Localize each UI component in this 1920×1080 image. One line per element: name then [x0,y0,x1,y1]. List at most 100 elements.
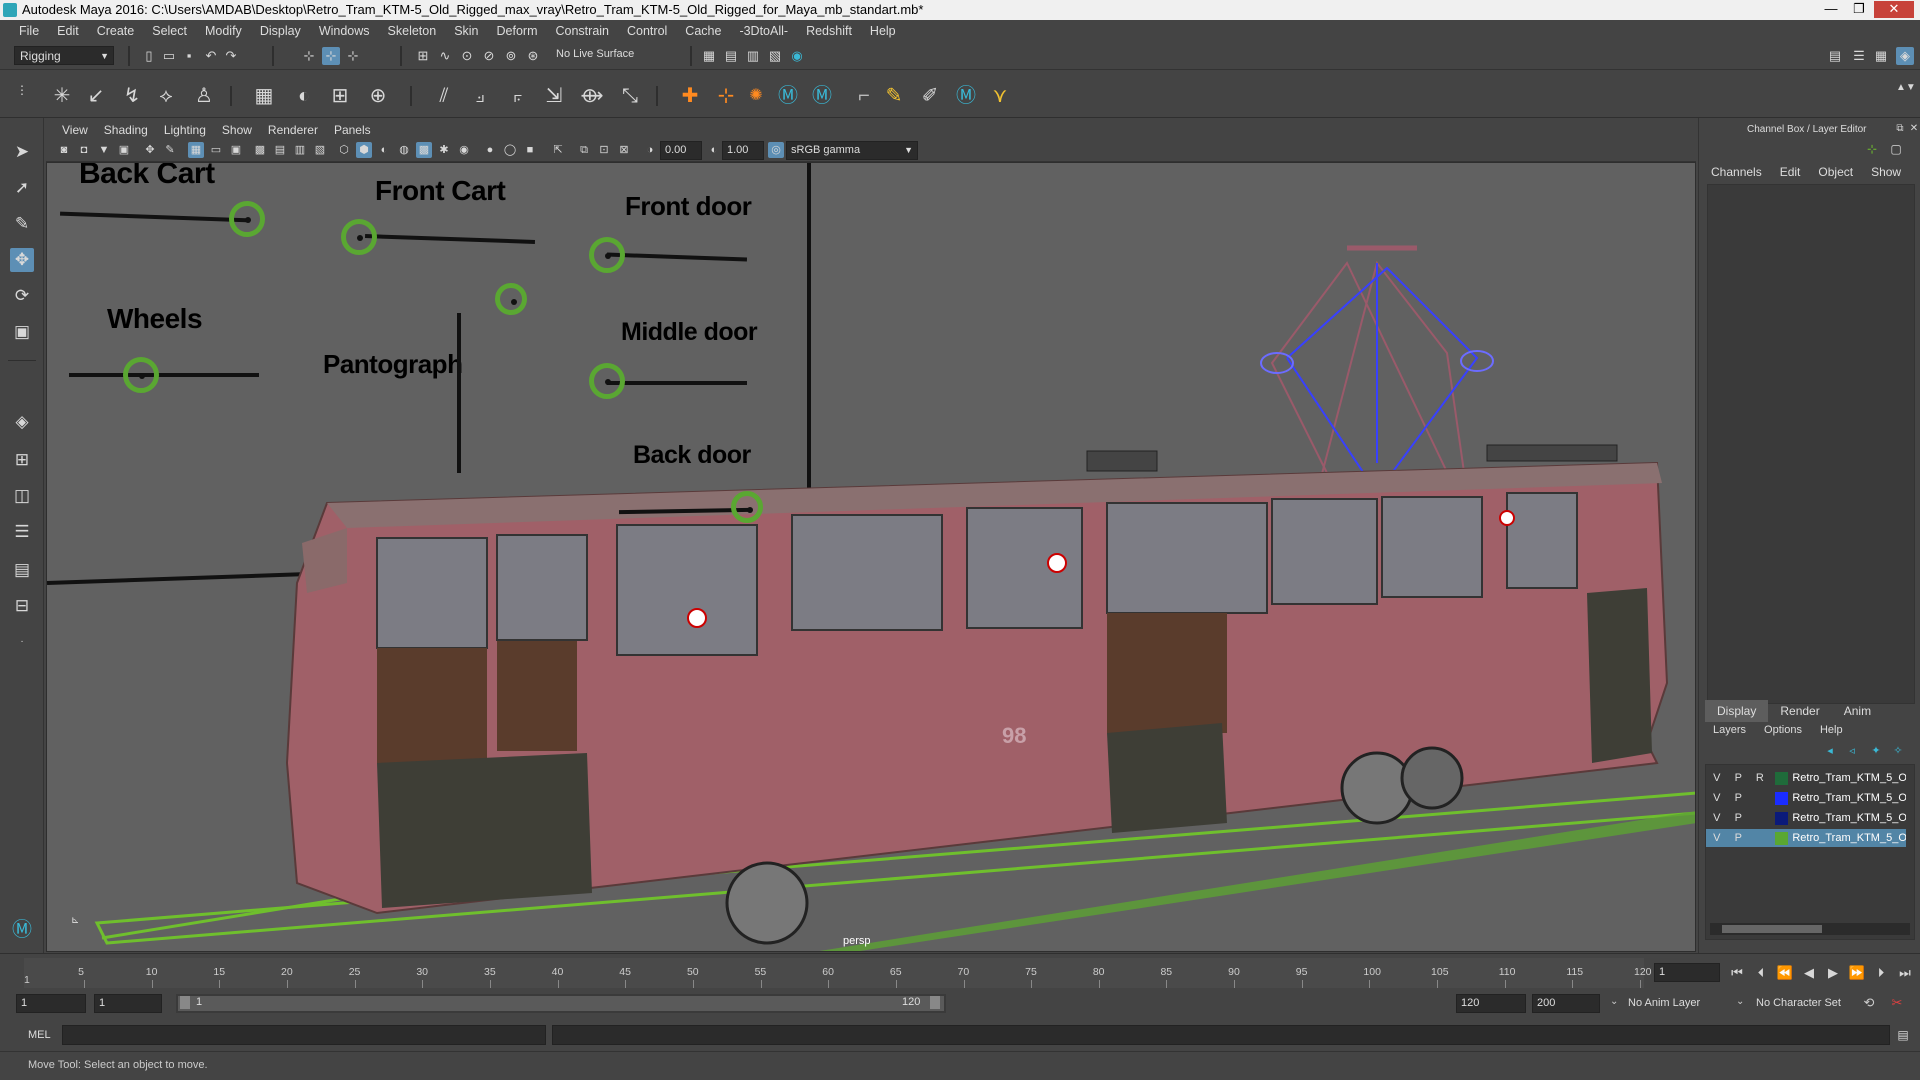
move-layer-down-icon[interactable]: ◃ [1843,742,1861,760]
snap-curve-icon[interactable]: ∿ [436,47,454,65]
graph-layout-icon[interactable]: ▤ [10,558,34,582]
move-layer-up-icon[interactable]: ◂ [1821,742,1839,760]
go-to-start-icon[interactable]: ⏮ [1728,964,1746,982]
menu-create[interactable]: Create [88,24,144,38]
snap-view-icon[interactable]: ⊘ [480,47,498,65]
range-start-grip[interactable] [180,996,190,1009]
anti-aliasing-icon[interactable]: ◯ [502,142,518,158]
gamma-icon[interactable]: ◐ [706,142,722,158]
snap-surface-icon[interactable]: ⊚ [502,47,520,65]
layer-scrollbar-thumb[interactable] [1722,925,1822,933]
grease-pencil-icon[interactable]: ✎ [162,142,178,158]
layer-visibility-toggle[interactable]: V [1706,832,1728,844]
aim-constraint-icon[interactable]: ⟴ [578,84,606,108]
animation-start-field[interactable]: 1 [16,994,86,1013]
playback-end-field[interactable]: 120 [1456,994,1526,1013]
image-plane-icon[interactable]: ▣ [116,142,132,158]
layer-scrollbar[interactable] [1710,923,1910,935]
render-frame-icon[interactable]: ▤ [722,47,740,65]
smooth-shade-icon[interactable]: ⬢ [356,142,372,158]
attribute-editor-toggle-icon[interactable]: ▤ [1826,47,1844,65]
range-slider-handle[interactable] [178,996,944,1011]
close-button[interactable]: ✕ [1874,1,1914,18]
time-slider[interactable]: 1 5 10 15 20 25 30 35 40 45 50 55 60 65 70 75 80 85 90 95 1… [0,953,1920,989]
panel-menu-lighting[interactable]: Lighting [156,123,214,137]
tool-settings-toggle-icon[interactable]: ☰ [1850,47,1868,65]
exposure-field[interactable]: 0.00 [660,141,702,160]
layer-color-swatch[interactable] [1774,791,1789,805]
panel-menu-view[interactable]: View [54,123,96,137]
panel-menu-show[interactable]: Show [214,123,260,137]
safe-action-icon[interactable]: ▥ [292,142,308,158]
screen-space-ao-icon[interactable]: ◉ [456,142,472,158]
time-slider-track[interactable] [24,958,1644,988]
blank-shelf-icon[interactable]: ⌐ [850,84,878,108]
render-settings-icon[interactable]: ▧ [766,47,784,65]
menu-file[interactable]: File [10,24,48,38]
menu-edit[interactable]: Edit [48,24,88,38]
perspective-viewport[interactable]: 98 Back Cart Front Cart Front door Wheel… [46,162,1696,952]
layer-playback-toggle[interactable]: P [1728,832,1750,844]
snap-grid-icon[interactable]: ⊞ [414,47,432,65]
menu-3dtoall[interactable]: -3DtoAll- [730,24,797,38]
snap-pivot-icon[interactable]: ⊛ [524,47,542,65]
cluster-icon[interactable]: ⊕ [364,84,392,108]
textured-icon[interactable]: ◍ [396,142,412,158]
scale-constraint-icon[interactable]: ⇲ [540,84,568,108]
layer-color-swatch[interactable] [1774,771,1789,785]
depth-of-field-icon[interactable]: ■ [522,142,538,158]
gate-mask-icon[interactable]: ▩ [252,142,268,158]
panel-menu-shading[interactable]: Shading [96,123,156,137]
two-panes-layout-icon[interactable]: ◫ [10,484,34,508]
new-layer-selected-icon[interactable]: ✧ [1889,742,1907,760]
script-editor-icon[interactable]: ▤ [1894,1026,1912,1044]
ipr-render-icon[interactable]: ▥ [744,47,762,65]
render-view-icon[interactable]: ▦ [700,47,718,65]
muscle-edit-icon[interactable]: Ⓜ [808,84,836,108]
xray-components-icon[interactable]: ⊠ [616,142,632,158]
step-back-frame-icon[interactable]: ⏪ [1776,964,1794,982]
maximize-button[interactable]: ❐ [1846,1,1872,18]
field-chart-icon[interactable]: ▤ [272,142,288,158]
menu-select[interactable]: Select [143,24,196,38]
step-forward-frame-icon[interactable]: ⏩ [1848,964,1866,982]
wheels-control[interactable] [123,357,159,393]
menu-control[interactable]: Control [618,24,676,38]
hypershade-layout-icon[interactable]: ⊟ [10,594,34,618]
layer-name[interactable]: Retro_Tram_KTM_5_Old [1792,792,1906,804]
layer-name[interactable]: Retro_Tram_KTM_5_Old [1792,812,1906,824]
shelf-scroll-icon[interactable]: ▲▼ [1896,76,1916,100]
menu-windows[interactable]: Windows [310,24,379,38]
layer-playback-toggle[interactable]: P [1728,812,1750,824]
back-door-control[interactable] [731,491,763,523]
resolution-gate-icon[interactable]: ▣ [228,142,244,158]
single-perspective-layout-icon[interactable]: ◈ [10,410,34,434]
vector-icon[interactable]: ⋎ [986,84,1014,108]
front-door-control[interactable] [589,237,625,273]
step-back-key-icon[interactable]: ⏴ [1752,964,1770,982]
live-surface-label[interactable]: No Live Surface [556,48,634,60]
layer-color-swatch[interactable] [1774,831,1789,845]
move-tool-icon[interactable]: ✥ [10,248,34,272]
channel-show-menu[interactable]: Show [1871,165,1901,179]
gamma-field[interactable]: 1.00 [722,141,764,160]
four-view-layout-icon[interactable]: ⊞ [10,448,34,472]
layer-playback-toggle[interactable]: P [1728,772,1750,784]
command-input[interactable] [62,1025,546,1045]
layer-visibility-toggle[interactable]: V [1706,772,1728,784]
range-slider-track[interactable]: 1 120 [176,994,946,1013]
bookmark-icon[interactable]: ▼ [96,142,112,158]
play-forward-icon[interactable]: ▶ [1824,964,1842,982]
safe-title-icon[interactable]: ▧ [312,142,328,158]
redo-icon[interactable]: ↷ [222,47,240,65]
film-gate-icon[interactable]: ▭ [208,142,224,158]
front-cart-control[interactable] [341,219,377,255]
layer-name[interactable]: Retro_Tram_KTM_5_Old [1792,772,1906,784]
grid-toggle-icon[interactable]: ▦ [188,142,204,158]
create-joint-icon[interactable]: ✳ [48,84,76,108]
channel-box-toggle-icon[interactable]: ▦ [1872,47,1890,65]
layer-name[interactable]: Retro_Tram_KTM_5_Old [1792,832,1906,844]
layer-row-selected[interactable]: V P Retro_Tram_KTM_5_Old [1706,829,1906,847]
select-object-icon[interactable]: ⊹ [322,47,340,65]
tab-render[interactable]: Render [1768,700,1831,722]
